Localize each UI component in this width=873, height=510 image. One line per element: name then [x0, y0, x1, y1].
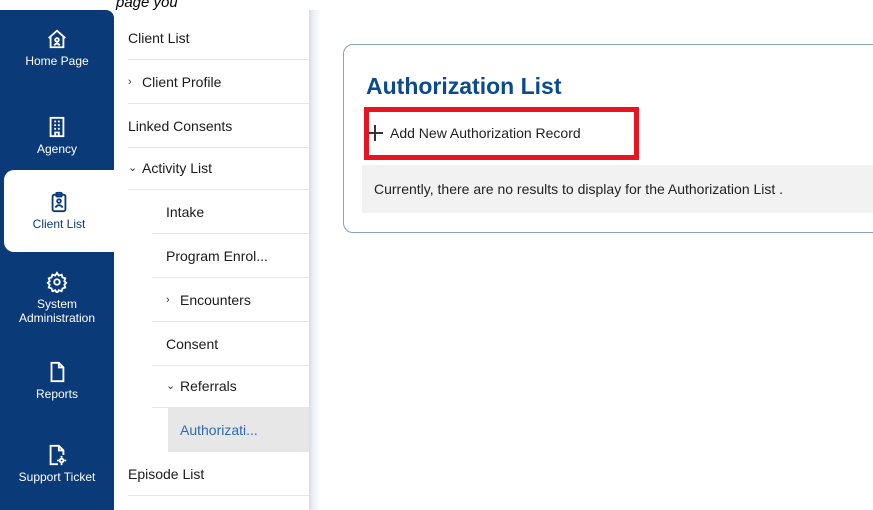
subnav-item-program-enrollment[interactable]: Program Enrol...: [152, 234, 310, 278]
empty-results-message: Currently, there are no results to displ…: [362, 165, 873, 213]
rail-item-label: Home Page: [25, 54, 89, 68]
subnav-item-intake[interactable]: Intake: [152, 190, 310, 234]
rail-item-system-administration[interactable]: System Administration: [0, 258, 114, 338]
chevron-down-icon: ⌄: [128, 162, 138, 174]
rail-item-support-ticket[interactable]: Support Ticket: [0, 432, 114, 496]
subnav-item-encounters[interactable]: › Encounters: [152, 278, 310, 322]
subnav-item-label: Referrals: [180, 377, 237, 394]
rail-item-agency[interactable]: Agency: [0, 106, 114, 166]
subnav-item-activity-list[interactable]: ⌄ Activity List: [128, 146, 310, 190]
panel-divider: [309, 10, 321, 510]
subnav-item-label: Linked Consents: [128, 117, 233, 134]
subnav-item-authorization[interactable]: Authorizati...: [168, 408, 310, 452]
chevron-down-icon: ⌄: [166, 380, 176, 392]
subnav-item-episode-list[interactable]: Episode List: [128, 452, 310, 496]
highlight-box: [364, 107, 639, 160]
document-icon: [50, 361, 65, 383]
subnav-item-label: Client List: [128, 29, 190, 46]
subnav-item-label: Authorizati...: [180, 422, 258, 438]
page-caption: page you: [116, 0, 178, 11]
subnav-item-client-profile[interactable]: › Client Profile: [128, 60, 310, 104]
rail-item-label: Client List: [32, 217, 86, 231]
subnav-item-linked-consents[interactable]: Linked Consents: [128, 104, 310, 148]
subnav-item-label: Client Profile: [142, 73, 222, 90]
subnav-item-label: Consent: [166, 335, 219, 352]
page-title: Authorization List: [366, 73, 562, 99]
clipboard-icon: [51, 191, 67, 213]
subnav-item-referrals[interactable]: ⌄ Referrals: [152, 364, 310, 408]
rail-item-label: System Administration: [18, 297, 96, 325]
subnav-item-client-list[interactable]: Client List: [128, 16, 310, 60]
rail-item-label: Reports: [35, 387, 79, 401]
subnav-item-label: Encounters: [180, 291, 251, 308]
subnav-item-consent[interactable]: Consent: [152, 322, 310, 366]
subnav-item-label: Episode List: [128, 465, 205, 482]
gear-icon: [46, 271, 68, 293]
rail-item-home-page[interactable]: Home Page: [0, 18, 114, 78]
building-icon: [49, 116, 65, 138]
home-icon: [48, 29, 66, 49]
secondary-nav: Client List › Client Profile Linked Cons…: [114, 10, 310, 510]
chevron-right-icon: ›: [128, 75, 132, 88]
subnav-item-label: Intake: [166, 203, 205, 220]
ticket-gear-icon: [49, 444, 67, 466]
icon-rail: Home Page Agency Client List System Admi…: [0, 10, 114, 510]
rail-item-reports[interactable]: Reports: [0, 350, 114, 412]
rail-item-label: Agency: [36, 142, 78, 156]
subnav-item-label: Activity List: [142, 159, 213, 176]
subnav-item-label: Program Enrol...: [166, 247, 268, 264]
rail-item-label: Support Ticket: [18, 470, 96, 484]
chevron-right-icon: ›: [166, 293, 170, 306]
rail-item-client-list[interactable]: Client List: [4, 170, 114, 252]
empty-results-text: Currently, there are no results to displ…: [374, 181, 784, 197]
